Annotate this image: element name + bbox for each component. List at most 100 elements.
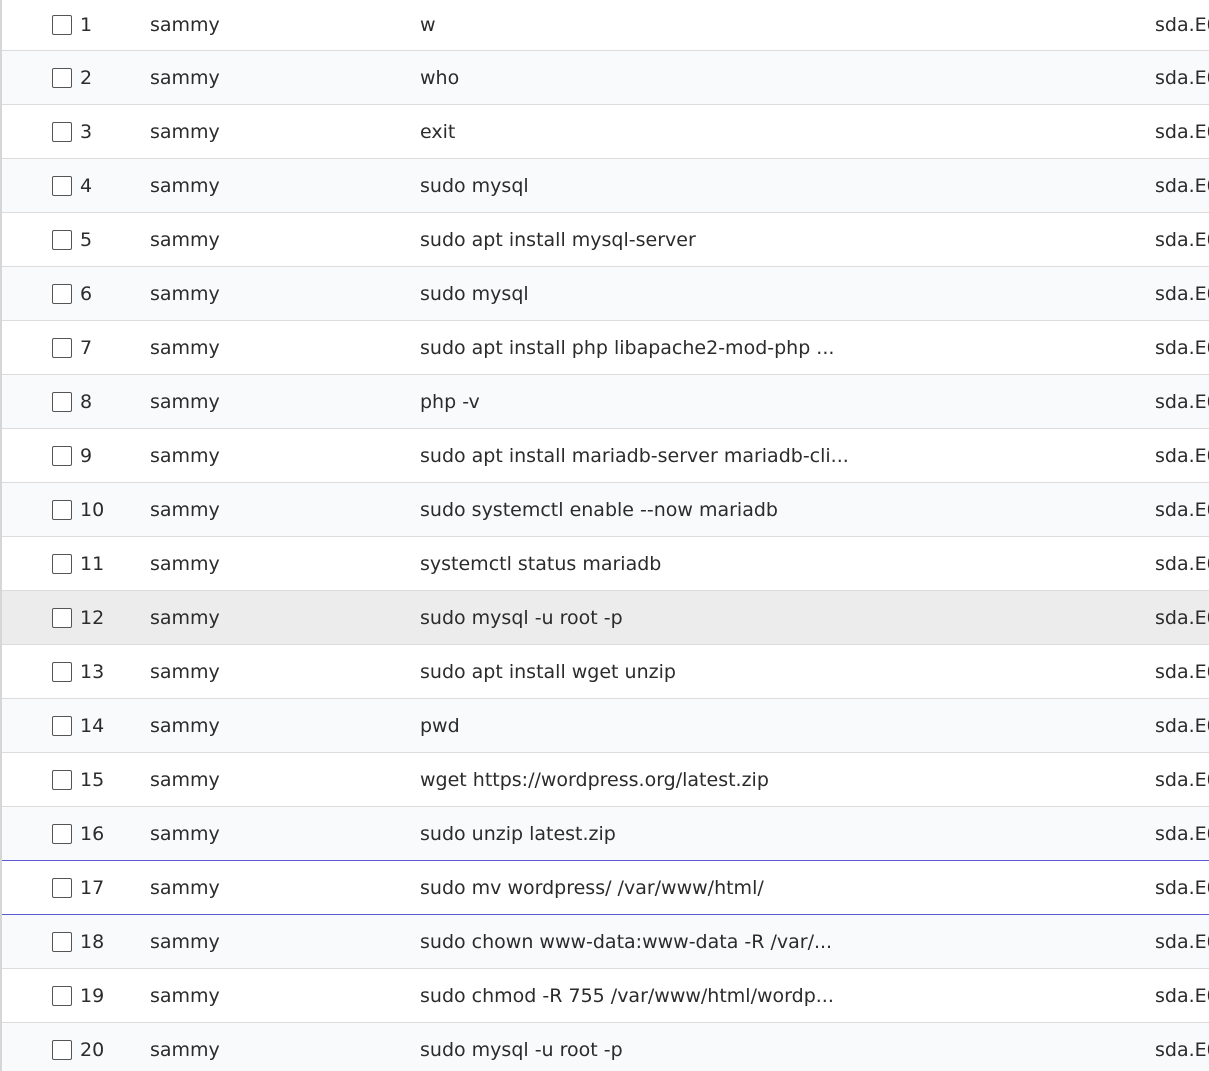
row-checkbox[interactable]	[52, 607, 72, 628]
row-index: 3	[80, 120, 93, 143]
row-command: w	[420, 14, 436, 36]
row-command: sudo apt install mariadb-server mariadb-…	[420, 444, 849, 467]
table-row[interactable]: 16 sammy sudo unzip latest.zip sda.E0	[2, 807, 1209, 861]
row-device: sda.E0	[1155, 120, 1209, 143]
table-row[interactable]: 13 sammy sudo apt install wget unzip sda…	[2, 645, 1209, 699]
row-index: 12	[80, 606, 105, 629]
table-row[interactable]: 7 sammy sudo apt install php libapache2-…	[2, 321, 1209, 375]
table-row[interactable]: 1 sammy w sda.E0	[2, 0, 1209, 51]
row-user: sammy	[150, 606, 220, 629]
row-checkbox[interactable]	[52, 769, 72, 790]
command-history-table: 1 sammy w sda.E0 2 sammy who sda.E0 3 sa…	[0, 0, 1209, 1071]
table-row[interactable]: 20 sammy sudo mysql -u root -p sda.E0	[2, 1023, 1209, 1071]
row-index: 7	[80, 336, 93, 359]
row-device: sda.E0	[1155, 930, 1209, 953]
row-command: sudo systemctl enable --now mariadb	[420, 498, 778, 521]
row-user: sammy	[150, 660, 220, 683]
row-user: sammy	[150, 390, 220, 413]
row-checkbox[interactable]	[52, 175, 72, 196]
table-row[interactable]: 4 sammy sudo mysql sda.E0	[2, 159, 1209, 213]
row-device: sda.E0	[1155, 66, 1209, 89]
row-index: 5	[80, 228, 93, 251]
table-row[interactable]: 6 sammy sudo mysql sda.E0	[2, 267, 1209, 321]
row-command: pwd	[420, 714, 460, 737]
table-row[interactable]: 3 sammy exit sda.E0	[2, 105, 1209, 159]
row-device: sda.E0	[1155, 552, 1209, 575]
row-command: wget https://wordpress.org/latest.zip	[420, 768, 769, 791]
row-command: sudo mysql -u root -p	[420, 606, 623, 629]
row-user: sammy	[150, 714, 220, 737]
row-device: sda.E0	[1155, 876, 1209, 899]
row-user: sammy	[150, 444, 220, 467]
row-device: sda.E0	[1155, 336, 1209, 359]
row-command: sudo chmod -R 755 /var/www/html/wordp...	[420, 984, 834, 1007]
row-device: sda.E0	[1155, 822, 1209, 845]
table-row[interactable]: 11 sammy systemctl status mariadb sda.E0	[2, 537, 1209, 591]
row-checkbox[interactable]	[52, 67, 72, 88]
row-checkbox[interactable]	[52, 661, 72, 682]
row-checkbox[interactable]	[52, 985, 72, 1006]
row-device: sda.E0	[1155, 390, 1209, 413]
row-user: sammy	[150, 822, 220, 845]
row-user: sammy	[150, 336, 220, 359]
row-index: 1	[80, 14, 93, 36]
table-row-focused[interactable]: 17 sammy sudo mv wordpress/ /var/www/htm…	[2, 861, 1209, 915]
row-checkbox[interactable]	[52, 337, 72, 358]
row-device: sda.E0	[1155, 174, 1209, 197]
table-row[interactable]: 10 sammy sudo systemctl enable --now mar…	[2, 483, 1209, 537]
row-checkbox[interactable]	[52, 553, 72, 574]
row-user: sammy	[150, 552, 220, 575]
table-row-hovered[interactable]: 12 sammy sudo mysql -u root -p sda.E0	[2, 591, 1209, 645]
row-command: sudo mv wordpress/ /var/www/html/	[420, 876, 764, 899]
row-user: sammy	[150, 498, 220, 521]
table-row[interactable]: 2 sammy who sda.E0	[2, 51, 1209, 105]
row-index: 4	[80, 174, 93, 197]
row-command: sudo unzip latest.zip	[420, 822, 616, 845]
row-index: 15	[80, 768, 105, 791]
table-row[interactable]: 15 sammy wget https://wordpress.org/late…	[2, 753, 1209, 807]
row-checkbox[interactable]	[52, 229, 72, 250]
table-row[interactable]: 19 sammy sudo chmod -R 755 /var/www/html…	[2, 969, 1209, 1023]
row-index: 6	[80, 282, 93, 305]
row-checkbox[interactable]	[52, 715, 72, 736]
row-checkbox[interactable]	[52, 283, 72, 304]
row-index: 10	[80, 498, 105, 521]
table-row[interactable]: 8 sammy php -v sda.E0	[2, 375, 1209, 429]
row-user: sammy	[150, 984, 220, 1007]
row-checkbox[interactable]	[52, 823, 72, 844]
row-user: sammy	[150, 228, 220, 251]
row-device: sda.E0	[1155, 606, 1209, 629]
row-checkbox[interactable]	[52, 1039, 72, 1060]
row-checkbox[interactable]	[52, 445, 72, 466]
row-checkbox[interactable]	[52, 499, 72, 520]
table-row[interactable]: 18 sammy sudo chown www-data:www-data -R…	[2, 915, 1209, 969]
row-user: sammy	[150, 876, 220, 899]
row-device: sda.E0	[1155, 498, 1209, 521]
row-index: 20	[80, 1038, 105, 1061]
row-command: exit	[420, 120, 456, 143]
row-index: 18	[80, 930, 105, 953]
row-checkbox[interactable]	[52, 391, 72, 412]
row-checkbox[interactable]	[52, 15, 72, 35]
table-row[interactable]: 14 sammy pwd sda.E0	[2, 699, 1209, 753]
row-checkbox[interactable]	[52, 877, 72, 898]
row-user: sammy	[150, 1038, 220, 1061]
row-checkbox[interactable]	[52, 121, 72, 142]
row-checkbox[interactable]	[52, 931, 72, 952]
row-command: systemctl status mariadb	[420, 552, 662, 575]
row-command: sudo chown www-data:www-data -R /var/...	[420, 930, 833, 953]
row-device: sda.E0	[1155, 228, 1209, 251]
row-index: 14	[80, 714, 105, 737]
row-command: sudo mysql -u root -p	[420, 1038, 623, 1061]
row-command: sudo mysql	[420, 174, 529, 197]
row-user: sammy	[150, 282, 220, 305]
row-index: 13	[80, 660, 105, 683]
table-row[interactable]: 5 sammy sudo apt install mysql-server sd…	[2, 213, 1209, 267]
row-command: sudo apt install wget unzip	[420, 660, 676, 683]
row-index: 2	[80, 66, 93, 89]
row-index: 9	[80, 444, 93, 467]
table-row[interactable]: 9 sammy sudo apt install mariadb-server …	[2, 429, 1209, 483]
row-command: sudo mysql	[420, 282, 529, 305]
row-device: sda.E0	[1155, 660, 1209, 683]
row-index: 17	[80, 876, 105, 899]
